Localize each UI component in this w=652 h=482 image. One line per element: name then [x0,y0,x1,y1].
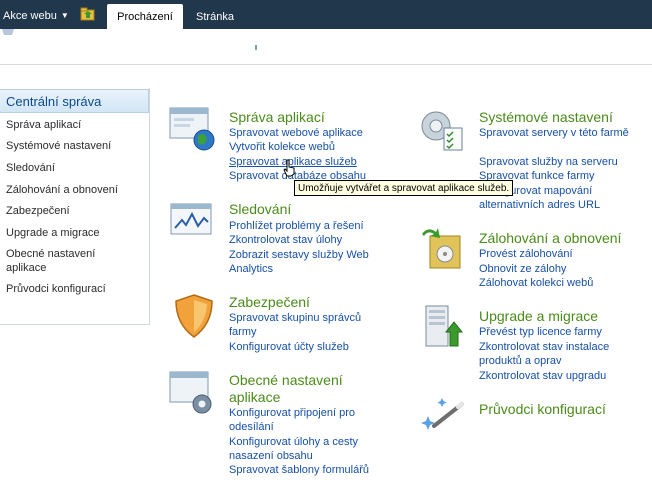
hand-cursor-icon [283,159,295,177]
server-gear-icon [421,111,463,151]
link-manage-servers[interactable]: Spravovat servery v této farmě [479,126,639,140]
link-create-site-collections[interactable]: Vytvořit kolekce webů [229,140,335,154]
security-title[interactable]: Zabezpečení [229,294,310,311]
divider [0,64,652,65]
backup-title[interactable]: Zálohování a obnovení [479,230,621,247]
monitor-graph-icon [170,203,212,235]
link-configure-service-accounts[interactable]: Konfigurovat účty služeb [229,340,349,354]
link-backup-site-collection[interactable]: Zálohovat kolekci webů [479,276,593,290]
sidebar-item-monitoring[interactable]: Sledování [6,161,146,175]
link-manage-services[interactable]: Spravovat služby na serveru [479,155,618,169]
server-upgrade-icon [425,305,464,347]
ribbon-bar: Akce webu ▼ Procházení Stránka [0,0,652,29]
link-check-job-status[interactable]: Zkontrolovat stav úlohy [229,233,342,247]
sidebar-item-upgrade[interactable]: Upgrade a migrace [6,226,146,240]
title-fragment [255,45,257,50]
application-globe-icon [169,107,215,151]
link-check-upgrade-status[interactable]: Zkontrolovat stav upgradu [479,369,606,383]
quick-launch: Centrální správa Správa aplikací Systémo… [0,88,150,325]
link-review-problems[interactable]: Prohlížet problémy a řešení [229,219,364,233]
shield-icon [175,294,213,338]
general-title[interactable]: Obecné nastavení aplikace [229,372,389,406]
sidebar-header[interactable]: Centrální správa [0,89,149,113]
sidebar-item-backup[interactable]: Zálohování a obnovení [6,183,146,197]
link-configure-send-to[interactable]: Konfigurovat připojení pro odesílání [229,406,389,434]
sidebar-item-apps[interactable]: Správa aplikací [6,118,146,132]
chevron-down-icon: ▼ [60,11,69,20]
link-convert-license[interactable]: Převést typ licence farmy [479,325,602,339]
site-actions-label: Akce webu [3,10,57,22]
backup-restore-icon [422,228,461,269]
link-web-analytics[interactable]: Zobrazit sestavy služby Web Analytics [229,248,399,276]
sidebar-item-security[interactable]: Zabezpečení [6,204,146,218]
sidebar-item-general[interactable]: Obecné nastavení aplikace [6,247,126,275]
sidebar-header-label: Centrální správa [6,94,102,109]
link-restore-backup[interactable]: Obnovit ze zálohy [479,262,566,276]
navigate-up-icon[interactable] [80,7,96,21]
magic-wand-icon [421,398,464,430]
wizards-title[interactable]: Průvodci konfigurací [479,401,606,418]
link-manage-farm-admins[interactable]: Spravovat skupinu správců farmy [229,311,389,339]
tab-browse[interactable]: Procházení [107,4,183,29]
tab-page[interactable]: Stránka [186,4,244,29]
apps-title[interactable]: Správa aplikací [229,109,325,126]
site-actions-menu[interactable]: Akce webu ▼ [0,0,69,29]
monitoring-title[interactable]: Sledování [229,201,291,218]
system-title[interactable]: Systémové nastavení [479,109,613,126]
link-perform-backup[interactable]: Provést zálohování [479,247,573,261]
link-check-install-status[interactable]: Zkontrolovat stav instalace produktů a o… [479,340,649,368]
sidebar-item-system[interactable]: Systémové nastavení [6,139,146,153]
sidebar-item-wizards[interactable]: Průvodci konfigurací [6,282,146,296]
title-area [0,29,652,85]
link-content-deployment[interactable]: Konfigurovat úlohy a cesty nasazení obsa… [229,435,389,463]
site-logo-icon [2,29,14,35]
link-manage-form-templates[interactable]: Spravovat šablony formulářů [229,463,369,477]
upgrade-title[interactable]: Upgrade a migrace [479,308,598,325]
link-manage-web-apps[interactable]: Spravovat webové aplikace [229,126,363,140]
application-settings-icon [169,371,212,414]
tooltip: Umožňuje vytvářet a spravovat aplikace s… [294,180,514,196]
